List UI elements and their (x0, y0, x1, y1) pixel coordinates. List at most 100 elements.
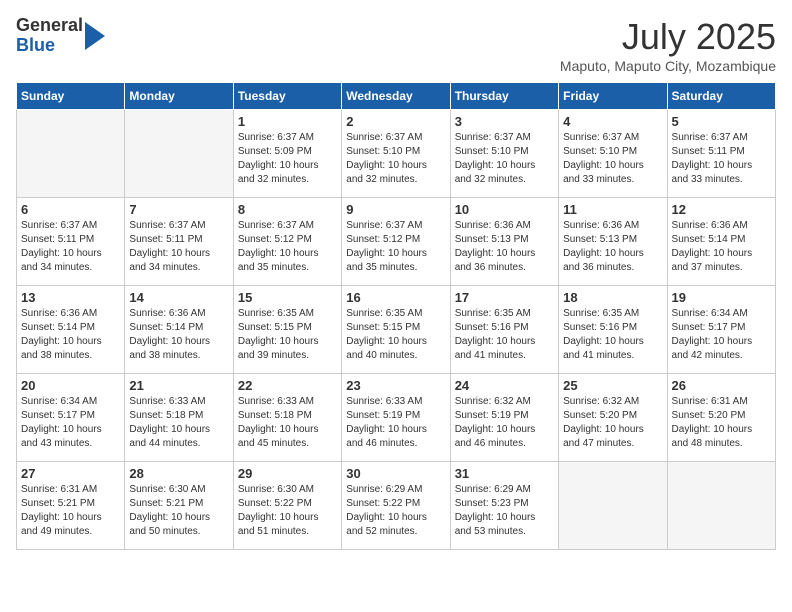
day-info: Sunrise: 6:35 AM Sunset: 5:16 PM Dayligh… (455, 307, 554, 363)
day-number: 20 (21, 378, 120, 393)
day-of-week-header: Friday (559, 83, 667, 110)
day-number: 13 (21, 290, 120, 305)
day-number: 31 (455, 466, 554, 481)
day-info: Sunrise: 6:33 AM Sunset: 5:19 PM Dayligh… (346, 395, 445, 451)
calendar-day-cell: 14Sunrise: 6:36 AM Sunset: 5:14 PM Dayli… (125, 286, 233, 374)
day-number: 19 (672, 290, 771, 305)
day-info: Sunrise: 6:36 AM Sunset: 5:13 PM Dayligh… (455, 219, 554, 275)
day-number: 24 (455, 378, 554, 393)
calendar-day-cell: 8Sunrise: 6:37 AM Sunset: 5:12 PM Daylig… (233, 198, 341, 286)
title-area: July 2025 Maputo, Maputo City, Mozambiqu… (560, 16, 776, 74)
calendar-day-cell: 30 Sunrise: 6:29 AM Sunset: 5:22 PM Dayli… (342, 462, 450, 550)
calendar-week-row: 27 Sunrise: 6:31 AM Sunset: 5:21 PM Dayli… (17, 462, 776, 550)
day-info: Sunrise: 6:37 AM Sunset: 5:10 PM Dayligh… (455, 131, 554, 187)
day-of-week-header: Monday (125, 83, 233, 110)
calendar-day-cell: 4 Sunrise: 6:37 AM Sunset: 5:10 PM Daylig… (559, 110, 667, 198)
day-of-week-header: Sunday (17, 83, 125, 110)
calendar-day-cell: 28Sunrise: 6:30 AM Sunset: 5:21 PM Dayli… (125, 462, 233, 550)
calendar-week-row: 13 Sunrise: 6:36 AM Sunset: 5:14 PM Dayli… (17, 286, 776, 374)
day-info: Sunrise: 6:29 AM Sunset: 5:22 PM Dayligh… (346, 483, 445, 539)
day-info: Sunrise: 6:31 AM Sunset: 5:20 PM Dayligh… (672, 395, 771, 451)
day-number: 5 (672, 114, 771, 129)
day-info: Sunrise: 6:37 AM Sunset: 5:10 PM Dayligh… (563, 131, 662, 187)
calendar-day-cell: 18Sunrise: 6:35 AM Sunset: 5:16 PM Dayli… (559, 286, 667, 374)
day-info: Sunrise: 6:34 AM Sunset: 5:17 PM Dayligh… (21, 395, 120, 451)
day-info: Sunrise: 6:36 AM Sunset: 5:14 PM Dayligh… (672, 219, 771, 275)
day-number: 21 (129, 378, 228, 393)
calendar-day-cell: 1Sunrise: 6:37 AM Sunset: 5:09 PM Daylig… (233, 110, 341, 198)
day-number: 2 (346, 114, 445, 129)
calendar-day-cell: 12 Sunrise: 6:36 AM Sunset: 5:14 PM Dayli… (667, 198, 775, 286)
calendar-day-cell: 6Sunrise: 6:37 AM Sunset: 5:11 PM Daylig… (17, 198, 125, 286)
day-number: 8 (238, 202, 337, 217)
day-info: Sunrise: 6:36 AM Sunset: 5:14 PM Dayligh… (129, 307, 228, 363)
day-info: Sunrise: 6:36 AM Sunset: 5:14 PM Dayligh… (21, 307, 120, 363)
calendar-week-row: 1Sunrise: 6:37 AM Sunset: 5:09 PM Daylig… (17, 110, 776, 198)
day-info: Sunrise: 6:35 AM Sunset: 5:16 PM Dayligh… (563, 307, 662, 363)
calendar-day-cell: 22 Sunrise: 6:33 AM Sunset: 5:18 PM Dayli… (233, 374, 341, 462)
day-info: Sunrise: 6:31 AM Sunset: 5:21 PM Dayligh… (21, 483, 120, 539)
calendar-week-row: 20 Sunrise: 6:34 AM Sunset: 5:17 PM Dayli… (17, 374, 776, 462)
calendar-week-row: 6 Sunrise: 6:37 AM Sunset: 5:11 PM Daylig… (17, 198, 776, 286)
day-info: Sunrise: 6:37 AM Sunset: 5:10 PM Dayligh… (346, 131, 445, 187)
day-info: Sunrise: 6:37 AM Sunset: 5:11 PM Dayligh… (129, 219, 228, 275)
day-number: 12 (672, 202, 771, 217)
calendar-day-cell (125, 110, 233, 198)
day-info: Sunrise: 6:36 AM Sunset: 5:13 PM Dayligh… (563, 219, 662, 275)
calendar-day-cell: 19Sunrise: 6:34 AM Sunset: 5:17 PM Dayli… (667, 286, 775, 374)
calendar-header-row: SundayMondayTuesdayWednesdayThursdayFrid… (17, 83, 776, 110)
calendar-day-cell: 9 Sunrise: 6:37 AM Sunset: 5:12 PM Daylig… (342, 198, 450, 286)
calendar-day-cell: 16Sunrise: 6:35 AM Sunset: 5:15 PM Dayli… (342, 286, 450, 374)
day-of-week-header: Wednesday (342, 83, 450, 110)
day-number: 7 (129, 202, 228, 217)
day-of-week-header: Saturday (667, 83, 775, 110)
calendar-day-cell: 31 Sunrise: 6:29 AM Sunset: 5:23 PM Dayli… (450, 462, 558, 550)
day-info: Sunrise: 6:32 AM Sunset: 5:20 PM Dayligh… (563, 395, 662, 451)
day-number: 9 (346, 202, 445, 217)
page-header: General Blue July 2025 Maputo, Maputo Ci… (16, 16, 776, 74)
day-number: 6 (21, 202, 120, 217)
day-info: Sunrise: 6:35 AM Sunset: 5:15 PM Dayligh… (238, 307, 337, 363)
day-info: Sunrise: 6:37 AM Sunset: 5:11 PM Dayligh… (672, 131, 771, 187)
day-info: Sunrise: 6:30 AM Sunset: 5:22 PM Dayligh… (238, 483, 337, 539)
calendar-day-cell: 25 Sunrise: 6:32 AM Sunset: 5:20 PM Dayli… (559, 374, 667, 462)
day-number: 25 (563, 378, 662, 393)
calendar-day-cell: 21 Sunrise: 6:33 AM Sunset: 5:18 PM Dayli… (125, 374, 233, 462)
day-number: 26 (672, 378, 771, 393)
calendar-day-cell (17, 110, 125, 198)
day-number: 28 (129, 466, 228, 481)
day-number: 4 (563, 114, 662, 129)
day-number: 22 (238, 378, 337, 393)
day-number: 27 (21, 466, 120, 481)
calendar-table: SundayMondayTuesdayWednesdayThursdayFrid… (16, 82, 776, 550)
calendar-day-cell: 24Sunrise: 6:32 AM Sunset: 5:19 PM Dayli… (450, 374, 558, 462)
day-number: 23 (346, 378, 445, 393)
calendar-day-cell: 17 Sunrise: 6:35 AM Sunset: 5:16 PM Dayli… (450, 286, 558, 374)
calendar-day-cell: 3 Sunrise: 6:37 AM Sunset: 5:10 PM Daylig… (450, 110, 558, 198)
calendar-day-cell: 5 Sunrise: 6:37 AM Sunset: 5:11 PM Daylig… (667, 110, 775, 198)
day-of-week-header: Thursday (450, 83, 558, 110)
day-number: 30 (346, 466, 445, 481)
day-number: 29 (238, 466, 337, 481)
day-info: Sunrise: 6:35 AM Sunset: 5:15 PM Dayligh… (346, 307, 445, 363)
calendar-day-cell: 20 Sunrise: 6:34 AM Sunset: 5:17 PM Dayli… (17, 374, 125, 462)
day-number: 11 (563, 202, 662, 217)
calendar-day-cell: 2 Sunrise: 6:37 AM Sunset: 5:10 PM Daylig… (342, 110, 450, 198)
calendar-day-cell: 27 Sunrise: 6:31 AM Sunset: 5:21 PM Dayli… (17, 462, 125, 550)
calendar-day-cell: 13 Sunrise: 6:36 AM Sunset: 5:14 PM Dayli… (17, 286, 125, 374)
day-info: Sunrise: 6:37 AM Sunset: 5:12 PM Dayligh… (346, 219, 445, 275)
calendar-day-cell: 26 Sunrise: 6:31 AM Sunset: 5:20 PM Dayli… (667, 374, 775, 462)
calendar-day-cell: 15Sunrise: 6:35 AM Sunset: 5:15 PM Dayli… (233, 286, 341, 374)
day-number: 17 (455, 290, 554, 305)
day-number: 3 (455, 114, 554, 129)
day-info: Sunrise: 6:33 AM Sunset: 5:18 PM Dayligh… (129, 395, 228, 451)
day-info: Sunrise: 6:29 AM Sunset: 5:23 PM Dayligh… (455, 483, 554, 539)
day-info: Sunrise: 6:33 AM Sunset: 5:18 PM Dayligh… (238, 395, 337, 451)
day-number: 1 (238, 114, 337, 129)
location-subtitle: Maputo, Maputo City, Mozambique (560, 58, 776, 74)
month-title: July 2025 (560, 16, 776, 58)
logo-blue: Blue (16, 36, 83, 56)
day-number: 10 (455, 202, 554, 217)
logo-general: General (16, 16, 83, 36)
calendar-day-cell: 29 Sunrise: 6:30 AM Sunset: 5:22 PM Dayli… (233, 462, 341, 550)
